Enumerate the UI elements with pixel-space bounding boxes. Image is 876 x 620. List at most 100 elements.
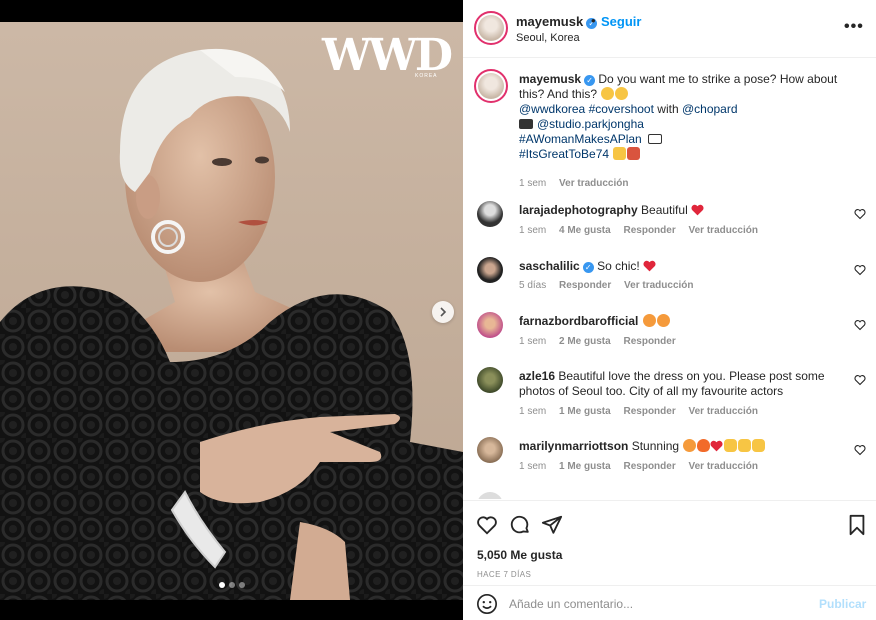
smile-emoji-icon xyxy=(615,87,629,100)
translate-button[interactable]: Ver traducción xyxy=(559,178,628,189)
comment-meta: 5 días Responder Ver traducción xyxy=(519,280,704,291)
caption-with: with xyxy=(657,102,679,116)
reply-button[interactable]: Responder xyxy=(623,336,675,347)
verified-icon: ✓ xyxy=(584,75,596,86)
red-heart-emoji-icon xyxy=(643,260,656,272)
comment-likes[interactable]: 1 Me gusta xyxy=(559,406,611,417)
comment-username[interactable]: saschalilic xyxy=(519,259,580,273)
comment-time[interactable]: 1 sem xyxy=(519,225,546,236)
mention-link[interactable]: @chopard xyxy=(682,102,738,116)
translate-button[interactable]: Ver traducción xyxy=(624,280,693,291)
avatar[interactable] xyxy=(477,367,503,393)
comment-meta: 1 sem 1 Me gusta Responder Ver traducció… xyxy=(519,461,768,472)
like-comment-heart-icon[interactable] xyxy=(854,374,866,386)
red-heart-emoji-icon xyxy=(691,204,704,216)
translate-button[interactable]: Ver traducción xyxy=(689,406,758,417)
comment-time[interactable]: 1 sem xyxy=(519,336,546,347)
post-actions: 5,050 Me gusta HACE 7 DÍAS Publicar xyxy=(463,500,876,620)
comment-input[interactable] xyxy=(509,594,809,614)
comment-username[interactable]: marilynmarriottson xyxy=(519,439,628,453)
post-location[interactable]: Seoul, Korea xyxy=(516,32,580,44)
comment-icon[interactable] xyxy=(509,514,531,536)
comment-likes[interactable]: 2 Me gusta xyxy=(559,336,611,347)
wwd-logo: WWD xyxy=(322,30,453,81)
comment-likes[interactable]: 1 Me gusta xyxy=(559,461,611,472)
comment-body: So chic! xyxy=(597,259,640,273)
mention-link[interactable]: @studio.parkjongha xyxy=(537,117,644,131)
post-timestamp[interactable]: HACE 7 DÍAS xyxy=(477,570,531,579)
comment-time[interactable]: 5 días xyxy=(519,280,546,291)
next-photo-button[interactable] xyxy=(432,301,454,323)
carousel-dot xyxy=(239,582,245,588)
comment-time[interactable]: 1 sem xyxy=(519,461,546,472)
comments-list[interactable]: mayemusk ✓ Do you want me to strike a pos… xyxy=(463,59,876,499)
follow-button[interactable]: Seguir xyxy=(601,14,641,29)
hashtag-link[interactable]: #covershoot xyxy=(589,102,654,116)
avatar[interactable] xyxy=(477,201,503,227)
more-icon: ••• xyxy=(844,18,864,35)
comment-meta: 1 sem 2 Me gusta Responder xyxy=(519,336,686,347)
comment-text: larajadephotography Beautiful xyxy=(519,203,839,218)
carousel-dot xyxy=(229,582,235,588)
like-comment-heart-icon[interactable] xyxy=(854,444,866,456)
publish-button[interactable]: Publicar xyxy=(819,597,866,611)
like-comment-heart-icon[interactable] xyxy=(854,319,866,331)
header-separator: • xyxy=(591,13,596,28)
comment-body: Beautiful love the dress on you. Please … xyxy=(519,369,825,398)
avatar[interactable] xyxy=(474,11,508,45)
heart-icon[interactable] xyxy=(476,514,498,536)
reply-button[interactable]: Responder xyxy=(623,225,675,236)
hashtag-link[interactable]: #AWomanMakesAPlan xyxy=(519,132,642,146)
clap-emoji-icon xyxy=(724,439,738,452)
carousel-indicator xyxy=(219,582,245,588)
avatar[interactable] xyxy=(474,69,508,103)
caption-username[interactable]: mayemusk xyxy=(519,72,581,86)
avatar[interactable] xyxy=(477,312,503,338)
add-comment-bar: Publicar xyxy=(463,585,876,620)
carousel-dot xyxy=(219,582,225,588)
clap-emoji-icon xyxy=(738,439,752,452)
share-icon[interactable] xyxy=(541,514,563,536)
comment-body: Beautiful xyxy=(641,203,688,217)
reply-button[interactable]: Responder xyxy=(623,406,675,417)
comment-likes[interactable]: 4 Me gusta xyxy=(559,225,611,236)
reply-button[interactable]: Responder xyxy=(559,280,611,291)
smile-emoji-icon xyxy=(601,87,615,100)
avatar[interactable] xyxy=(477,437,503,463)
comment-username[interactable]: farnazbordbarofficial xyxy=(519,314,638,328)
post-author-username[interactable]: mayemusk ✓ xyxy=(516,14,598,29)
like-comment-heart-icon[interactable] xyxy=(854,208,866,220)
flex-emoji-icon xyxy=(613,147,627,160)
emoji-icon[interactable] xyxy=(476,593,498,615)
caption-text: mayemusk ✓ Do you want me to strike a pos… xyxy=(519,72,859,162)
avatar[interactable] xyxy=(477,492,503,499)
translate-button[interactable]: Ver traducción xyxy=(689,225,758,236)
star-struck-emoji-icon xyxy=(683,439,697,452)
comment-meta: 1 sem 4 Me gusta Responder Ver traducció… xyxy=(519,225,768,236)
comment-text: azle16 Beautiful love the dress on you. … xyxy=(519,369,839,399)
reply-button[interactable]: Responder xyxy=(623,461,675,472)
post-header: mayemusk ✓ • Seguir Seoul, Korea ••• xyxy=(463,0,876,58)
bookmark-icon[interactable] xyxy=(846,514,868,536)
more-options-button[interactable]: ••• xyxy=(844,18,864,36)
translate-button[interactable]: Ver traducción xyxy=(689,461,758,472)
comment-time[interactable]: 1 sem xyxy=(519,406,546,417)
star-struck-emoji-icon xyxy=(642,314,656,327)
caption-meta: 1 sem Ver traducción xyxy=(519,178,638,189)
post-panel: mayemusk ✓ • Seguir Seoul, Korea ••• maye… xyxy=(463,0,876,620)
avatar[interactable] xyxy=(477,257,503,283)
red-heart-emoji-icon xyxy=(710,440,723,452)
comment-meta: 1 sem 1 Me gusta Responder Ver traducció… xyxy=(519,406,768,417)
clap-emoji-icon xyxy=(752,439,766,452)
comment-username[interactable]: azle16 xyxy=(519,369,555,383)
comment-username[interactable]: larajadephotography xyxy=(519,203,638,217)
mention-link[interactable]: @wwdkorea xyxy=(519,102,585,116)
caption-time[interactable]: 1 sem xyxy=(519,178,546,189)
likes-count[interactable]: 5,050 Me gusta xyxy=(477,548,562,562)
post-media: WWD KOREA xyxy=(0,0,463,620)
like-comment-heart-icon[interactable] xyxy=(854,264,866,276)
portrait-illustration xyxy=(0,48,463,600)
comment-text: marilynmarriottson Stunning xyxy=(519,439,839,454)
comment-text: saschalilic ✓ So chic! xyxy=(519,259,839,274)
hashtag-link[interactable]: #ItsGreatToBe74 xyxy=(519,147,609,161)
